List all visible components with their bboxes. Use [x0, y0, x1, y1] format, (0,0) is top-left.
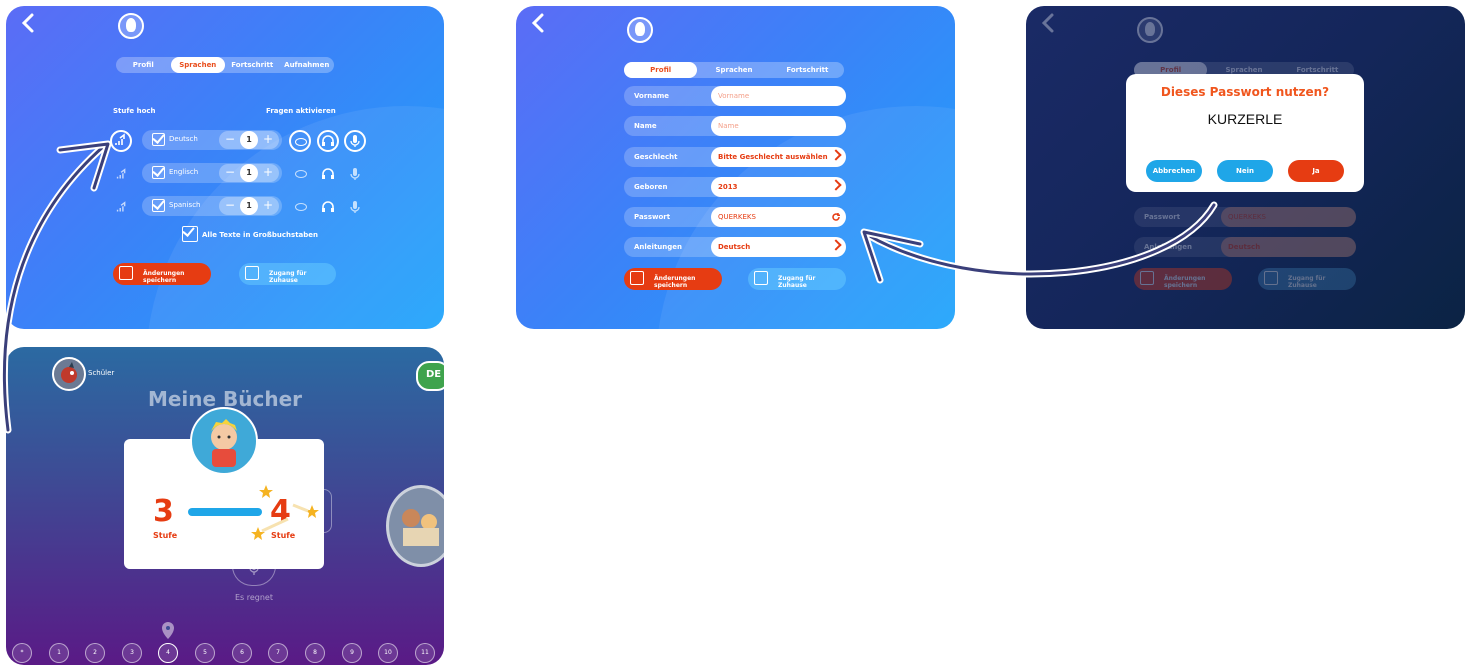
- flow-arrows: [0, 140, 1218, 434]
- arrow-line: [2, 144, 106, 432]
- arrow-line: [864, 203, 1216, 276]
